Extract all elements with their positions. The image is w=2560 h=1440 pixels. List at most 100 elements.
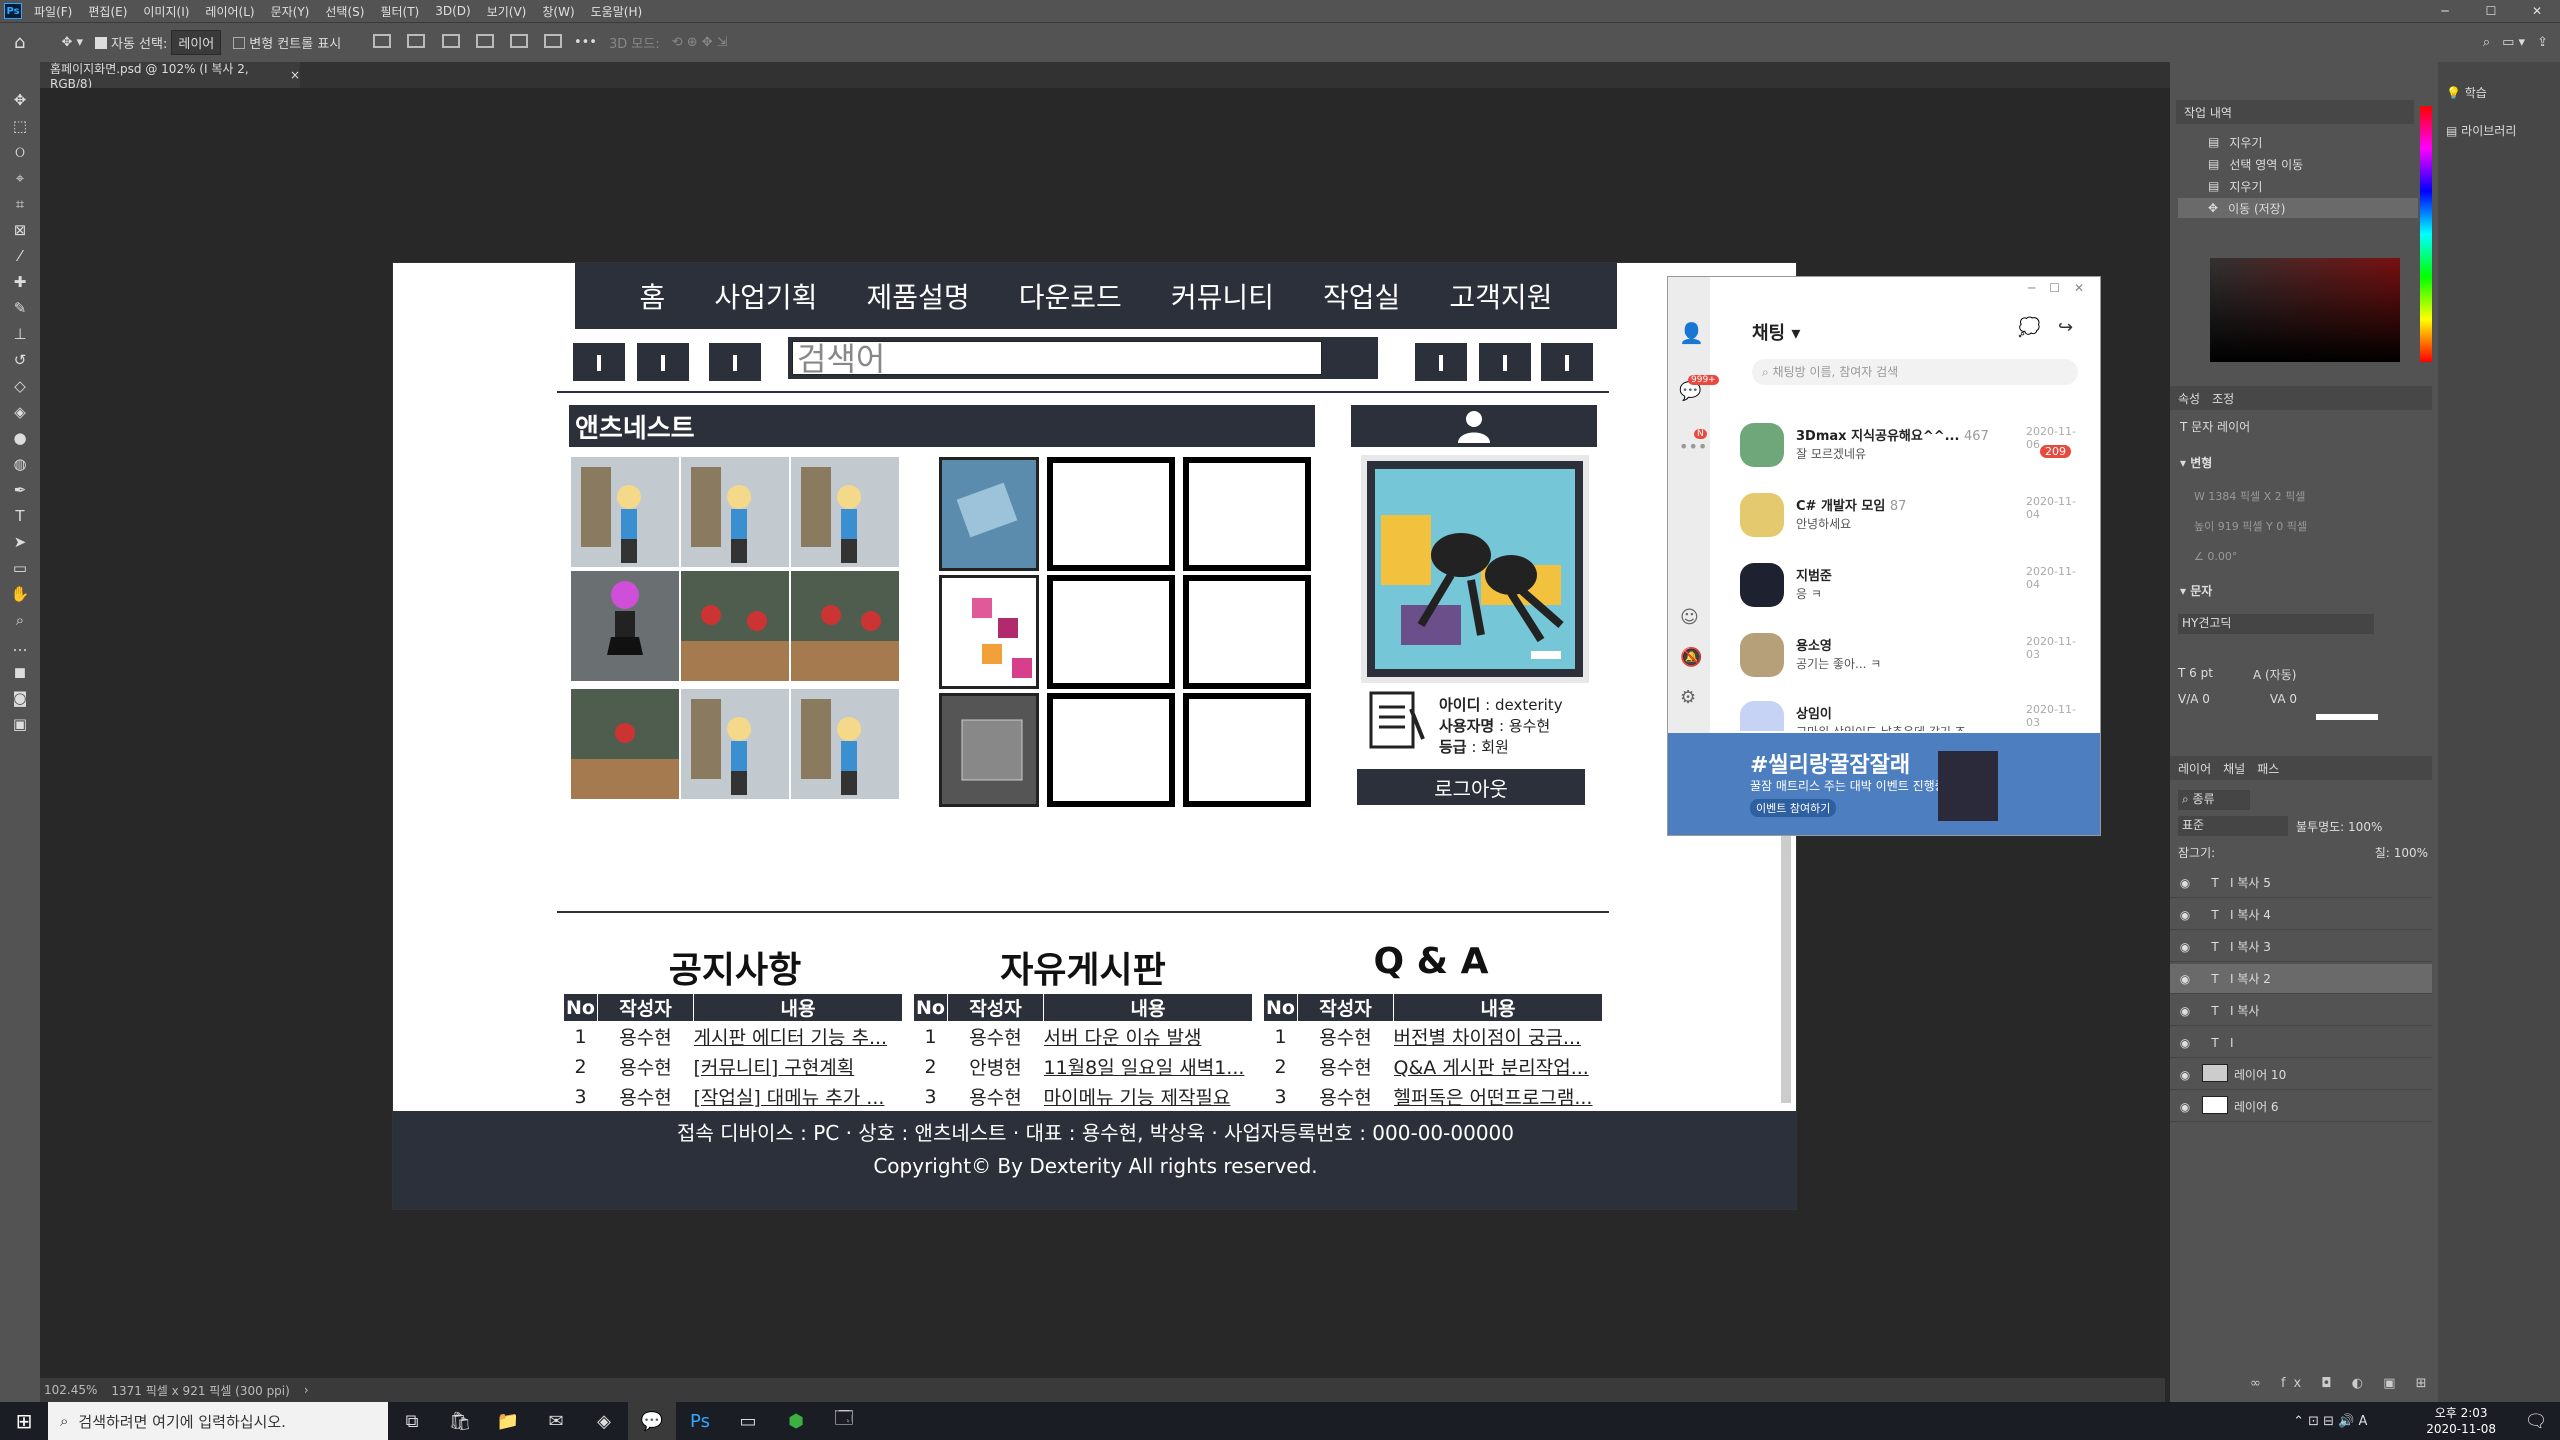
- align-top-icon[interactable]: [475, 33, 494, 48]
- chat-room[interactable]: 상임이 고마워 상임이도 날추운데 감기 조 2020-11-03: [1740, 701, 2080, 731]
- product-slot[interactable]: [1047, 693, 1175, 807]
- cell-content[interactable]: [작업실] 대메뉴 추가 ...: [694, 1082, 903, 1112]
- rectangle-tool-icon[interactable]: ▭: [9, 558, 31, 578]
- more-tools-icon[interactable]: …: [9, 636, 31, 656]
- product-slot[interactable]: [1183, 575, 1311, 689]
- eye-icon[interactable]: ◉: [2170, 940, 2200, 954]
- pen-tool-icon[interactable]: ✒: [9, 480, 31, 500]
- menu-3d[interactable]: 3D(D): [427, 4, 478, 18]
- more-icon[interactable]: •••: [1679, 437, 1707, 456]
- quick-button-1[interactable]: [573, 343, 625, 381]
- paint-bucket-icon[interactable]: ◈: [9, 402, 31, 422]
- app-window-icon[interactable]: 🗔: [820, 1402, 868, 1440]
- tab-channels[interactable]: 채널: [2223, 760, 2245, 777]
- x-field[interactable]: 2 픽셀: [2275, 490, 2306, 503]
- healing-tool-icon[interactable]: ✚: [9, 272, 31, 292]
- product-slot[interactable]: [1047, 575, 1175, 689]
- tab-properties[interactable]: 속성: [2178, 390, 2200, 407]
- table-row[interactable]: 2 용수현 Q&A 게시판 분리작업...: [1264, 1052, 1603, 1082]
- nav-product[interactable]: 제품설명: [867, 276, 970, 316]
- history-item[interactable]: ▤ 지우기: [2178, 176, 2418, 196]
- quick-button-2[interactable]: [637, 343, 689, 381]
- leading-field[interactable]: A (자동): [2253, 666, 2296, 683]
- align-bottom-icon[interactable]: [543, 33, 562, 48]
- nav-download[interactable]: 다운로드: [1019, 276, 1122, 316]
- menu-filter[interactable]: 필터(T): [372, 3, 427, 20]
- tab-layers[interactable]: 레이어: [2178, 760, 2211, 777]
- notification-icon[interactable]: 🗨: [2512, 1402, 2560, 1440]
- table-row[interactable]: 1 용수현 게시판 에디터 기능 추...: [564, 1022, 903, 1052]
- table-row[interactable]: 1 용수현 버전별 차이점이 궁금...: [1264, 1022, 1603, 1052]
- product-image[interactable]: [939, 575, 1039, 689]
- taskbar-search[interactable]: ⌕ 검색하려면 여기에 입력하십시오.: [48, 1402, 388, 1440]
- eye-icon[interactable]: ◉: [2170, 972, 2200, 986]
- site-search-button[interactable]: [1322, 337, 1378, 379]
- menu-edit[interactable]: 편집(E): [80, 3, 135, 20]
- layer-row[interactable]: ◉ 레이어 10: [2170, 1060, 2432, 1090]
- gallery-image[interactable]: [571, 457, 679, 567]
- app-green-icon[interactable]: ⬢: [772, 1402, 820, 1440]
- cell-content[interactable]: 11월8일 일요일 새벽1...: [1044, 1052, 1253, 1082]
- tab-paths[interactable]: 패스: [2257, 760, 2279, 777]
- table-row[interactable]: 1 용수현 서버 다운 이슈 발생: [914, 1022, 1253, 1052]
- tab-adjustments[interactable]: 조정: [2212, 390, 2234, 407]
- gallery-image[interactable]: [571, 689, 679, 799]
- history-item[interactable]: ▤ 선택 영역 이동: [2178, 154, 2418, 174]
- product-slot[interactable]: [1047, 457, 1175, 571]
- close-tab-icon[interactable]: ×: [290, 68, 300, 82]
- zoom-tool-icon[interactable]: ⌕: [9, 610, 31, 630]
- move-tool-icon[interactable]: ✥ ▾: [61, 35, 83, 50]
- blur-tool-icon[interactable]: ●: [9, 428, 31, 448]
- site-search-input[interactable]: 검색어: [792, 341, 1322, 376]
- brush-tool-icon[interactable]: ✎: [9, 298, 31, 318]
- search-icon[interactable]: ⌕: [2483, 35, 2490, 50]
- color-swatches-icon[interactable]: ◼: [9, 662, 31, 682]
- quick-select-tool-icon[interactable]: ⌖: [9, 168, 31, 188]
- y-field[interactable]: 0 픽셀: [2276, 520, 2307, 533]
- history-brush-icon[interactable]: ↺: [9, 350, 31, 370]
- nav-support[interactable]: 고객지원: [1449, 276, 1552, 316]
- color-picker-field[interactable]: [2210, 258, 2400, 362]
- marquee-tool-icon[interactable]: ⬚: [9, 116, 31, 136]
- product-slot[interactable]: [1183, 693, 1311, 807]
- store-icon[interactable]: 🛍: [436, 1402, 484, 1440]
- cell-content[interactable]: [커뮤니티] 구현계획: [694, 1052, 903, 1082]
- product-image[interactable]: [939, 693, 1039, 807]
- kerning-field[interactable]: V/A 0: [2178, 692, 2210, 706]
- opacity-field[interactable]: 불투명도: 100%: [2296, 818, 2382, 835]
- menu-select[interactable]: 선택(S): [317, 3, 372, 20]
- close-icon[interactable]: ✕: [2074, 281, 2084, 295]
- open-chat-icon[interactable]: ↪: [2058, 317, 2073, 338]
- stamp-tool-icon[interactable]: ⊥: [9, 324, 31, 344]
- zoom-level[interactable]: 102.45%: [44, 1383, 97, 1397]
- workspace-icon[interactable]: ▭ ▾: [2502, 35, 2525, 50]
- system-tray-icons[interactable]: ⌃ ⊡ ⊟ 🔊 A: [2250, 1402, 2410, 1440]
- layer-row[interactable]: ◉ T I 복사 4: [2170, 900, 2432, 930]
- close-icon[interactable]: ✕: [2514, 4, 2560, 18]
- eye-icon[interactable]: ◉: [2170, 1004, 2200, 1018]
- mail-icon[interactable]: ✉: [532, 1402, 580, 1440]
- chat-search-input[interactable]: ⌕ 채팅방 이름, 참여자 검색: [1752, 359, 2078, 385]
- gallery-image[interactable]: [791, 457, 899, 567]
- menu-type[interactable]: 문자(Y): [263, 3, 318, 20]
- eye-icon[interactable]: ◉: [2170, 1036, 2200, 1050]
- product-slot[interactable]: [1183, 457, 1311, 571]
- tracking-field[interactable]: VA 0: [2270, 692, 2297, 706]
- gallery-image[interactable]: [681, 457, 789, 567]
- gallery-image[interactable]: [791, 571, 899, 681]
- menu-file[interactable]: 파일(F): [26, 3, 80, 20]
- font-family-dropdown[interactable]: HY견고딕: [2178, 614, 2374, 634]
- align-middle-icon[interactable]: [509, 33, 528, 48]
- lasso-tool-icon[interactable]: ଠ: [9, 142, 31, 162]
- table-row[interactable]: 2 안병현 11월8일 일요일 새벽1...: [914, 1052, 1253, 1082]
- quick-button-5[interactable]: [1479, 343, 1531, 381]
- nav-community[interactable]: 커뮤니티: [1171, 276, 1274, 316]
- chat-ad-banner[interactable]: #씰리랑꿀잠잘래 꿀잠 매트리스 주는 대박 이벤트 진행중! 이벤트 참여하기: [1668, 733, 2100, 835]
- hue-slider[interactable]: [2420, 106, 2432, 362]
- more-options-icon[interactable]: •••: [574, 35, 597, 50]
- gallery-image[interactable]: [791, 689, 899, 799]
- eyedropper-tool-icon[interactable]: ⁄: [9, 246, 31, 266]
- home-icon[interactable]: ⌂: [14, 32, 25, 53]
- nav-workroom[interactable]: 작업실: [1323, 276, 1400, 316]
- transform-checkbox[interactable]: [233, 36, 246, 49]
